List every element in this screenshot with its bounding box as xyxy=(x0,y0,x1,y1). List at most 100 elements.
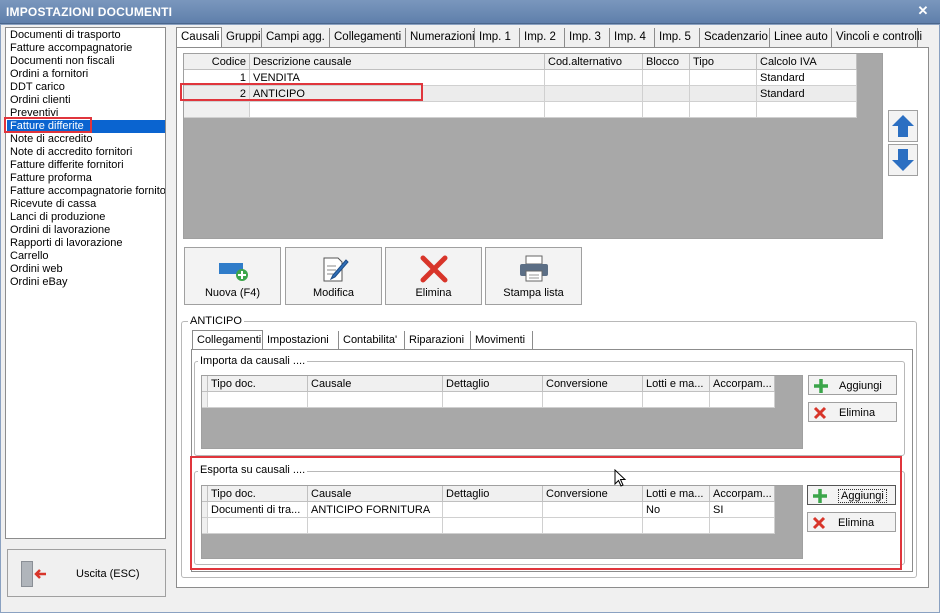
window-title-bar: IMPOSTAZIONI DOCUMENTI ✕ xyxy=(0,0,940,24)
column-header[interactable]: Lotti e ma... xyxy=(643,376,710,392)
plus-icon xyxy=(814,379,828,393)
import-add-button[interactable]: Aggiungi xyxy=(808,375,897,395)
delete-x-icon xyxy=(420,255,448,283)
sidebar-item[interactable]: Fatture differite fornitori xyxy=(7,159,165,172)
table-cell xyxy=(690,70,757,86)
delete-x-icon xyxy=(813,406,827,420)
move-down-button[interactable] xyxy=(888,144,918,176)
table-cell xyxy=(690,86,757,102)
exit-door-icon xyxy=(21,561,46,587)
document-type-list[interactable]: Documenti di trasporto Fatture accompagna… xyxy=(5,27,166,539)
delete-button-label: Elimina xyxy=(415,287,452,299)
table-cell xyxy=(643,392,710,408)
column-header[interactable]: Accorpam... xyxy=(710,376,775,392)
tab-causali[interactable]: Causali xyxy=(176,27,222,48)
table-cell xyxy=(184,102,250,118)
table-cell xyxy=(710,392,775,408)
tab-vincoli-e-controlli[interactable]: Vincoli e controlli xyxy=(832,28,922,48)
column-header[interactable]: Causale xyxy=(308,376,443,392)
move-up-button[interactable] xyxy=(888,110,918,142)
sidebar-item[interactable]: Ordini eBay xyxy=(7,276,165,289)
sidebar-item[interactable]: Documenti di trasporto xyxy=(7,29,165,42)
table-cell xyxy=(308,392,443,408)
tab-imp-5[interactable]: Imp. 5 xyxy=(655,28,700,48)
sidebar-item[interactable]: Ricevute di cassa xyxy=(7,198,165,211)
table-cell xyxy=(250,102,545,118)
sidebar-item[interactable]: Fatture accompagnatorie fornito xyxy=(7,185,165,198)
tab-campi-agg[interactable]: Campi agg. xyxy=(262,28,330,48)
column-header[interactable]: Blocco xyxy=(643,54,690,70)
column-header[interactable]: Dettaglio xyxy=(443,376,543,392)
column-header[interactable]: Cod.alternativo xyxy=(545,54,643,70)
sidebar-item[interactable]: Rapporti di lavorazione xyxy=(7,237,165,250)
sidebar-item[interactable]: Ordini di lavorazione xyxy=(7,224,165,237)
exit-button-label: Uscita (ESC) xyxy=(76,568,140,580)
column-header[interactable]: Tipo doc. xyxy=(208,376,308,392)
subtab-movimenti[interactable]: Movimenti xyxy=(471,331,533,350)
tab-numerazioni[interactable]: Numerazioni xyxy=(406,28,475,48)
sidebar-item[interactable]: Note di accredito xyxy=(7,133,165,146)
tab-linee-auto[interactable]: Linee auto xyxy=(770,28,832,48)
print-button-label: Stampa lista xyxy=(503,287,564,299)
tab-scadenzario[interactable]: Scadenzario xyxy=(700,28,770,48)
table-cell xyxy=(643,86,690,102)
table-cell xyxy=(545,86,643,102)
sidebar-item[interactable]: Ordini web xyxy=(7,263,165,276)
table-cell: Standard xyxy=(757,86,857,102)
sidebar-item[interactable]: Lanci di produzione xyxy=(7,211,165,224)
causali-grid[interactable]: Codice Descrizione causale Cod.alternativo… xyxy=(183,53,883,239)
sidebar-item[interactable]: Ordini a fornitori xyxy=(7,68,165,81)
tab-imp-1[interactable]: Imp. 1 xyxy=(475,28,520,48)
close-icon[interactable]: ✕ xyxy=(916,4,930,18)
sidebar-item[interactable]: Fatture accompagnatorie xyxy=(7,42,165,55)
table-cell xyxy=(543,392,643,408)
column-header[interactable]: Conversione xyxy=(543,376,643,392)
edit-button[interactable]: Modifica xyxy=(285,247,382,305)
sidebar-item[interactable]: Note di accredito fornitori xyxy=(7,146,165,159)
column-header[interactable]: Calcolo IVA xyxy=(757,54,857,70)
table-cell xyxy=(443,392,543,408)
column-header[interactable]: Codice xyxy=(184,54,250,70)
delete-button[interactable]: Elimina xyxy=(385,247,482,305)
highlight-box-sidebar xyxy=(4,117,92,133)
edit-pencil-icon xyxy=(323,257,349,282)
edit-button-label: Modifica xyxy=(313,287,354,299)
table-cell xyxy=(545,102,643,118)
table-cell: Standard xyxy=(757,70,857,86)
mouse-cursor-icon xyxy=(614,469,627,487)
column-header[interactable]: Tipo xyxy=(690,54,757,70)
table-cell xyxy=(643,102,690,118)
sidebar-item[interactable]: Carrello xyxy=(7,250,165,263)
subtab-riparazioni[interactable]: Riparazioni xyxy=(405,331,471,350)
sidebar-item[interactable]: Ordini clienti xyxy=(7,94,165,107)
arrow-up-icon xyxy=(892,115,914,137)
printer-icon xyxy=(520,255,548,282)
subtab-collegamenti[interactable]: Collegamenti xyxy=(192,330,263,349)
tab-imp-2[interactable]: Imp. 2 xyxy=(520,28,565,48)
subtab-contabilita[interactable]: Contabilita' xyxy=(339,331,405,350)
detail-title: ANTICIPO xyxy=(188,315,244,327)
table-cell xyxy=(690,102,757,118)
arrow-down-icon xyxy=(892,149,914,171)
import-add-label: Aggiungi xyxy=(839,380,882,392)
sidebar-item[interactable]: DDT carico xyxy=(7,81,165,94)
subtab-impostazioni[interactable]: Impostazioni xyxy=(263,331,339,350)
import-remove-button[interactable]: Elimina xyxy=(808,402,897,422)
new-document-icon xyxy=(219,263,248,281)
import-grid[interactable]: Tipo doc. Causale Dettaglio Conversione Lott… xyxy=(201,375,803,449)
column-header[interactable]: Descrizione causale xyxy=(250,54,545,70)
table-cell xyxy=(208,392,308,408)
new-button-label: Nuova (F4) xyxy=(204,287,261,299)
tab-collegamenti[interactable]: Collegamenti xyxy=(330,28,406,48)
tab-gruppi[interactable]: Gruppi xyxy=(222,28,262,48)
tab-imp-3[interactable]: Imp. 3 xyxy=(565,28,610,48)
highlight-box-row xyxy=(180,83,423,101)
print-button[interactable]: Stampa lista xyxy=(485,247,582,305)
tab-imp-4[interactable]: Imp. 4 xyxy=(610,28,655,48)
table-cell xyxy=(757,102,857,118)
exit-button[interactable]: Uscita (ESC) xyxy=(7,549,166,597)
sidebar-item[interactable]: Fatture proforma xyxy=(7,172,165,185)
new-button[interactable]: Nuova (F4) xyxy=(184,247,281,305)
import-remove-label: Elimina xyxy=(839,407,876,419)
sidebar-item[interactable]: Documenti non fiscali xyxy=(7,55,165,68)
